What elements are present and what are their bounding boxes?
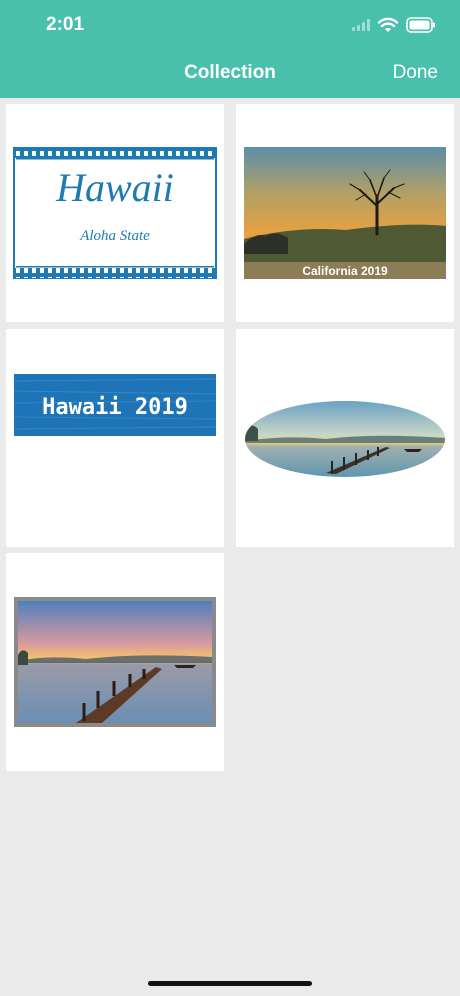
wifi-icon bbox=[378, 17, 398, 32]
done-button[interactable]: Done bbox=[393, 62, 438, 84]
hawaii-subtitle-text: Aloha State bbox=[79, 228, 150, 244]
hawaii-film-label: Hawaii Aloha State bbox=[13, 147, 217, 279]
framed-lake-photo bbox=[14, 597, 216, 727]
collection-item-california-photo[interactable]: California 2019 bbox=[236, 104, 454, 322]
collection-item-oval-photo[interactable] bbox=[236, 329, 454, 547]
home-indicator bbox=[148, 981, 312, 986]
navigation-header: 2:01 Collection Done bbox=[0, 0, 460, 98]
oval-lake-photo bbox=[245, 401, 445, 477]
hawaii-title-text: Hawaii bbox=[55, 165, 174, 210]
california-caption: California 2019 bbox=[302, 264, 388, 278]
california-photo: California 2019 bbox=[244, 147, 446, 279]
status-icons bbox=[352, 14, 436, 36]
battery-icon bbox=[406, 17, 435, 33]
hawaii-2019-text: Hawaii 2019 bbox=[42, 395, 188, 420]
hawaii-banner: Hawaii 2019 bbox=[13, 374, 217, 436]
signal-icon bbox=[352, 19, 370, 31]
collection-item-hawaii-banner[interactable]: Hawaii 2019 bbox=[6, 329, 224, 547]
collection-item-hawaii-label[interactable]: Hawaii Aloha State bbox=[6, 104, 224, 322]
collection-item-framed-photo[interactable] bbox=[6, 553, 224, 771]
status-time: 2:01 bbox=[46, 14, 85, 35]
page-title: Collection bbox=[184, 62, 276, 83]
